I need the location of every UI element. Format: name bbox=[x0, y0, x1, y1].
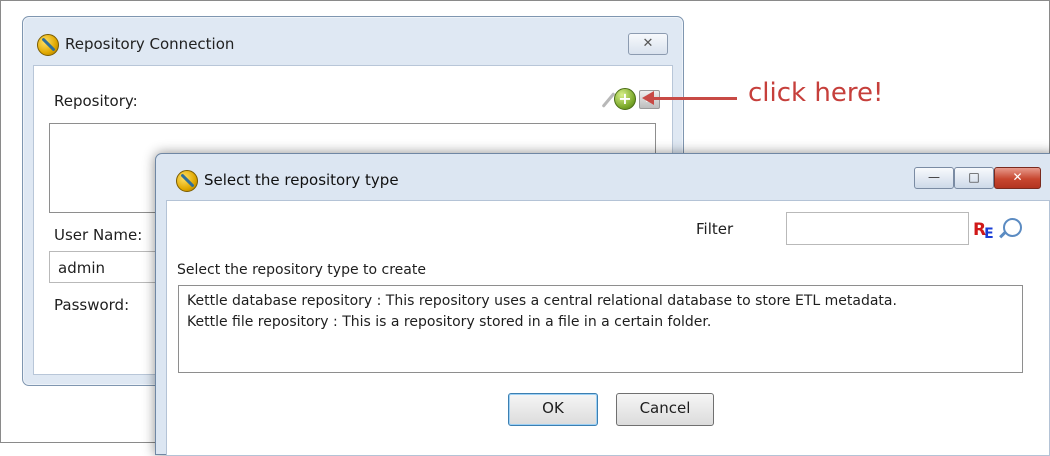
annotation-arrow-line bbox=[651, 97, 737, 100]
list-item[interactable]: Kettle database repository : This reposi… bbox=[187, 293, 897, 309]
kettle-app-icon bbox=[37, 34, 59, 56]
dialog-body: Filter RE Select the repository type to … bbox=[166, 200, 1050, 456]
annotation-text: click here! bbox=[748, 78, 884, 108]
user-name-label: User Name: bbox=[54, 226, 143, 244]
ok-button[interactable]: OK bbox=[508, 393, 598, 426]
maximize-button[interactable]: □ bbox=[954, 167, 994, 189]
repository-label: Repository: bbox=[54, 92, 138, 110]
filter-input[interactable] bbox=[786, 212, 969, 245]
close-button[interactable]: ✕ bbox=[994, 167, 1041, 189]
cancel-button[interactable]: Cancel bbox=[616, 393, 714, 426]
regex-icon[interactable]: RE bbox=[973, 219, 999, 242]
window-title: Repository Connection bbox=[65, 35, 235, 53]
select-repository-type-dialog: Select the repository type — □ ✕ Filter … bbox=[155, 153, 1050, 456]
user-name-input[interactable]: admin bbox=[49, 251, 171, 283]
filter-label: Filter bbox=[696, 220, 734, 238]
search-icon[interactable] bbox=[1003, 218, 1022, 237]
minimize-button[interactable]: — bbox=[914, 167, 954, 189]
title-bar[interactable]: Repository Connection ✕ bbox=[23, 17, 683, 65]
list-item[interactable]: Kettle file repository : This is a repos… bbox=[187, 314, 711, 330]
dialog-title: Select the repository type bbox=[204, 171, 399, 189]
select-type-label: Select the repository type to create bbox=[177, 262, 426, 278]
kettle-app-icon bbox=[176, 170, 198, 192]
password-label: Password: bbox=[54, 296, 130, 314]
close-button[interactable]: ✕ bbox=[628, 33, 668, 55]
repository-type-list[interactable]: Kettle database repository : This reposi… bbox=[178, 285, 1023, 373]
user-name-value: admin bbox=[58, 259, 105, 277]
add-repository-icon[interactable]: + bbox=[614, 88, 636, 110]
